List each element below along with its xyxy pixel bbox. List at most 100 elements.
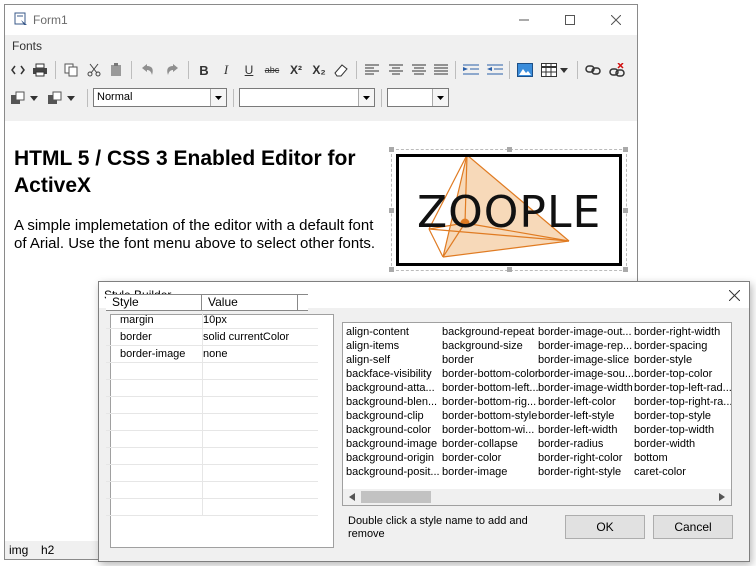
cancel-button[interactable]: Cancel bbox=[653, 515, 733, 539]
property-row[interactable] bbox=[106, 499, 318, 516]
align-left-icon[interactable] bbox=[362, 60, 382, 80]
link-icon[interactable] bbox=[583, 60, 603, 80]
style-name-item[interactable]: border-spacing bbox=[634, 339, 707, 353]
property-row[interactable]: margin 10px bbox=[106, 312, 318, 329]
resize-handle[interactable] bbox=[389, 147, 394, 152]
align-justify-icon[interactable] bbox=[409, 60, 429, 80]
redo-icon[interactable] bbox=[162, 60, 182, 80]
style-name-item[interactable]: border bbox=[442, 353, 474, 367]
property-row[interactable] bbox=[106, 363, 318, 380]
block-format-icon[interactable] bbox=[8, 88, 28, 108]
property-row[interactable] bbox=[106, 397, 318, 414]
resize-handle[interactable] bbox=[623, 147, 628, 152]
undo-icon[interactable] bbox=[138, 60, 158, 80]
column-header-style[interactable]: Style bbox=[106, 295, 202, 310]
style-name-item[interactable]: background-clip bbox=[346, 409, 424, 423]
status-tag-h2[interactable]: h2 bbox=[41, 543, 54, 557]
style-name-item[interactable]: border-image-rep... bbox=[538, 339, 632, 353]
style-name-item[interactable]: border-image bbox=[442, 465, 507, 479]
scrollbar-thumb[interactable] bbox=[361, 491, 431, 503]
style-name-item[interactable]: border-color bbox=[442, 451, 501, 465]
image-selection[interactable]: ZOOPLE bbox=[389, 147, 628, 272]
superscript-icon[interactable]: X² bbox=[286, 60, 306, 80]
paste-icon[interactable] bbox=[106, 60, 126, 80]
close-button[interactable] bbox=[593, 5, 639, 35]
resize-handle[interactable] bbox=[623, 208, 628, 213]
cut-icon[interactable] bbox=[84, 60, 104, 80]
style-name-item[interactable]: border-right-style bbox=[538, 465, 621, 479]
resize-handle[interactable] bbox=[389, 208, 394, 213]
style-name-item[interactable]: background-origin bbox=[346, 451, 434, 465]
document-paragraph[interactable]: A simple implemetation of the editor wit… bbox=[14, 217, 384, 253]
style-name-item[interactable]: border-top-right-ra... bbox=[634, 395, 731, 409]
minimize-button[interactable] bbox=[501, 5, 547, 35]
property-row[interactable] bbox=[106, 465, 318, 482]
style-name-item[interactable]: border-left-style bbox=[538, 409, 614, 423]
style-name-item[interactable]: border-width bbox=[634, 437, 695, 451]
style-name-item[interactable]: border-top-left-rad... bbox=[634, 381, 731, 395]
style-name-item[interactable]: caret-color bbox=[634, 465, 686, 479]
eraser-icon[interactable] bbox=[331, 60, 351, 80]
style-name-item[interactable]: background-blen... bbox=[346, 395, 437, 409]
scroll-left-icon[interactable] bbox=[345, 490, 359, 504]
horizontal-scrollbar[interactable] bbox=[343, 489, 731, 505]
document-heading[interactable]: HTML 5 / CSS 3 Enabled Editor for Active… bbox=[14, 145, 384, 199]
resize-handle[interactable] bbox=[389, 267, 394, 272]
align-full-icon[interactable] bbox=[431, 60, 451, 80]
status-tag-img[interactable]: img bbox=[9, 543, 28, 557]
maximize-button[interactable] bbox=[547, 5, 593, 35]
position-icon[interactable] bbox=[45, 88, 65, 108]
menu-fonts[interactable]: Fonts bbox=[12, 39, 42, 53]
underline-icon[interactable]: U bbox=[239, 60, 259, 80]
style-name-item[interactable]: background-size bbox=[442, 339, 523, 353]
position-dropdown-icon[interactable] bbox=[65, 88, 77, 108]
copy-icon[interactable] bbox=[61, 60, 81, 80]
italic-icon[interactable]: I bbox=[216, 60, 236, 80]
resize-handle[interactable] bbox=[507, 147, 512, 152]
resize-handle[interactable] bbox=[507, 267, 512, 272]
style-name-item[interactable]: backface-visibility bbox=[346, 367, 432, 381]
property-value[interactable]: none bbox=[203, 346, 317, 363]
property-row[interactable] bbox=[106, 431, 318, 448]
style-name-item[interactable]: border-bottom-wi... bbox=[442, 423, 534, 437]
style-name-item[interactable]: background-repeat bbox=[442, 325, 534, 339]
image-icon[interactable] bbox=[515, 60, 535, 80]
property-row[interactable] bbox=[106, 448, 318, 465]
style-name-item[interactable]: border-top-style bbox=[634, 409, 711, 423]
style-name-item[interactable]: border-image-width bbox=[538, 381, 633, 395]
chevron-down-icon[interactable] bbox=[358, 89, 374, 106]
outdent-icon[interactable] bbox=[485, 60, 505, 80]
strikethrough-icon[interactable]: abc bbox=[262, 60, 282, 80]
style-name-item[interactable]: border-style bbox=[634, 353, 692, 367]
resize-handle[interactable] bbox=[623, 267, 628, 272]
style-name-item[interactable]: border-collapse bbox=[442, 437, 518, 451]
indent-icon[interactable] bbox=[461, 60, 481, 80]
size-select[interactable] bbox=[387, 88, 449, 107]
unlink-icon[interactable] bbox=[607, 60, 627, 80]
style-name-item[interactable]: border-bottom-rig... bbox=[442, 395, 536, 409]
property-row[interactable] bbox=[106, 482, 318, 499]
style-name-item[interactable]: bottom bbox=[634, 451, 668, 465]
style-name-item[interactable]: border-image-sou... bbox=[538, 367, 634, 381]
subscript-icon[interactable]: X₂ bbox=[309, 60, 329, 80]
bold-icon[interactable]: B bbox=[194, 60, 214, 80]
ok-button[interactable]: OK bbox=[565, 515, 645, 539]
chevron-down-icon[interactable] bbox=[210, 89, 226, 106]
style-name-item[interactable]: align-self bbox=[346, 353, 390, 367]
style-name-item[interactable]: border-left-color bbox=[538, 395, 616, 409]
style-name-item[interactable]: border-left-width bbox=[538, 423, 617, 437]
property-value[interactable]: 10px bbox=[203, 312, 317, 329]
column-header-value[interactable]: Value bbox=[202, 295, 298, 310]
style-name-item[interactable]: border-image-slice bbox=[538, 353, 629, 367]
zoople-logo-image[interactable]: ZOOPLE bbox=[396, 154, 622, 266]
style-name-item[interactable]: background-color bbox=[346, 423, 431, 437]
align-center-icon[interactable] bbox=[386, 60, 406, 80]
style-name-item[interactable]: border-top-width bbox=[634, 423, 714, 437]
style-name-item[interactable]: border-right-color bbox=[538, 451, 622, 465]
dialog-close-button[interactable] bbox=[723, 284, 745, 306]
style-name-item[interactable]: border-bottom-style bbox=[442, 409, 537, 423]
print-icon[interactable] bbox=[30, 60, 50, 80]
property-value[interactable]: solid currentColor bbox=[203, 329, 317, 346]
format-select[interactable]: Normal bbox=[93, 88, 227, 107]
property-row[interactable]: border-image none bbox=[106, 346, 318, 363]
